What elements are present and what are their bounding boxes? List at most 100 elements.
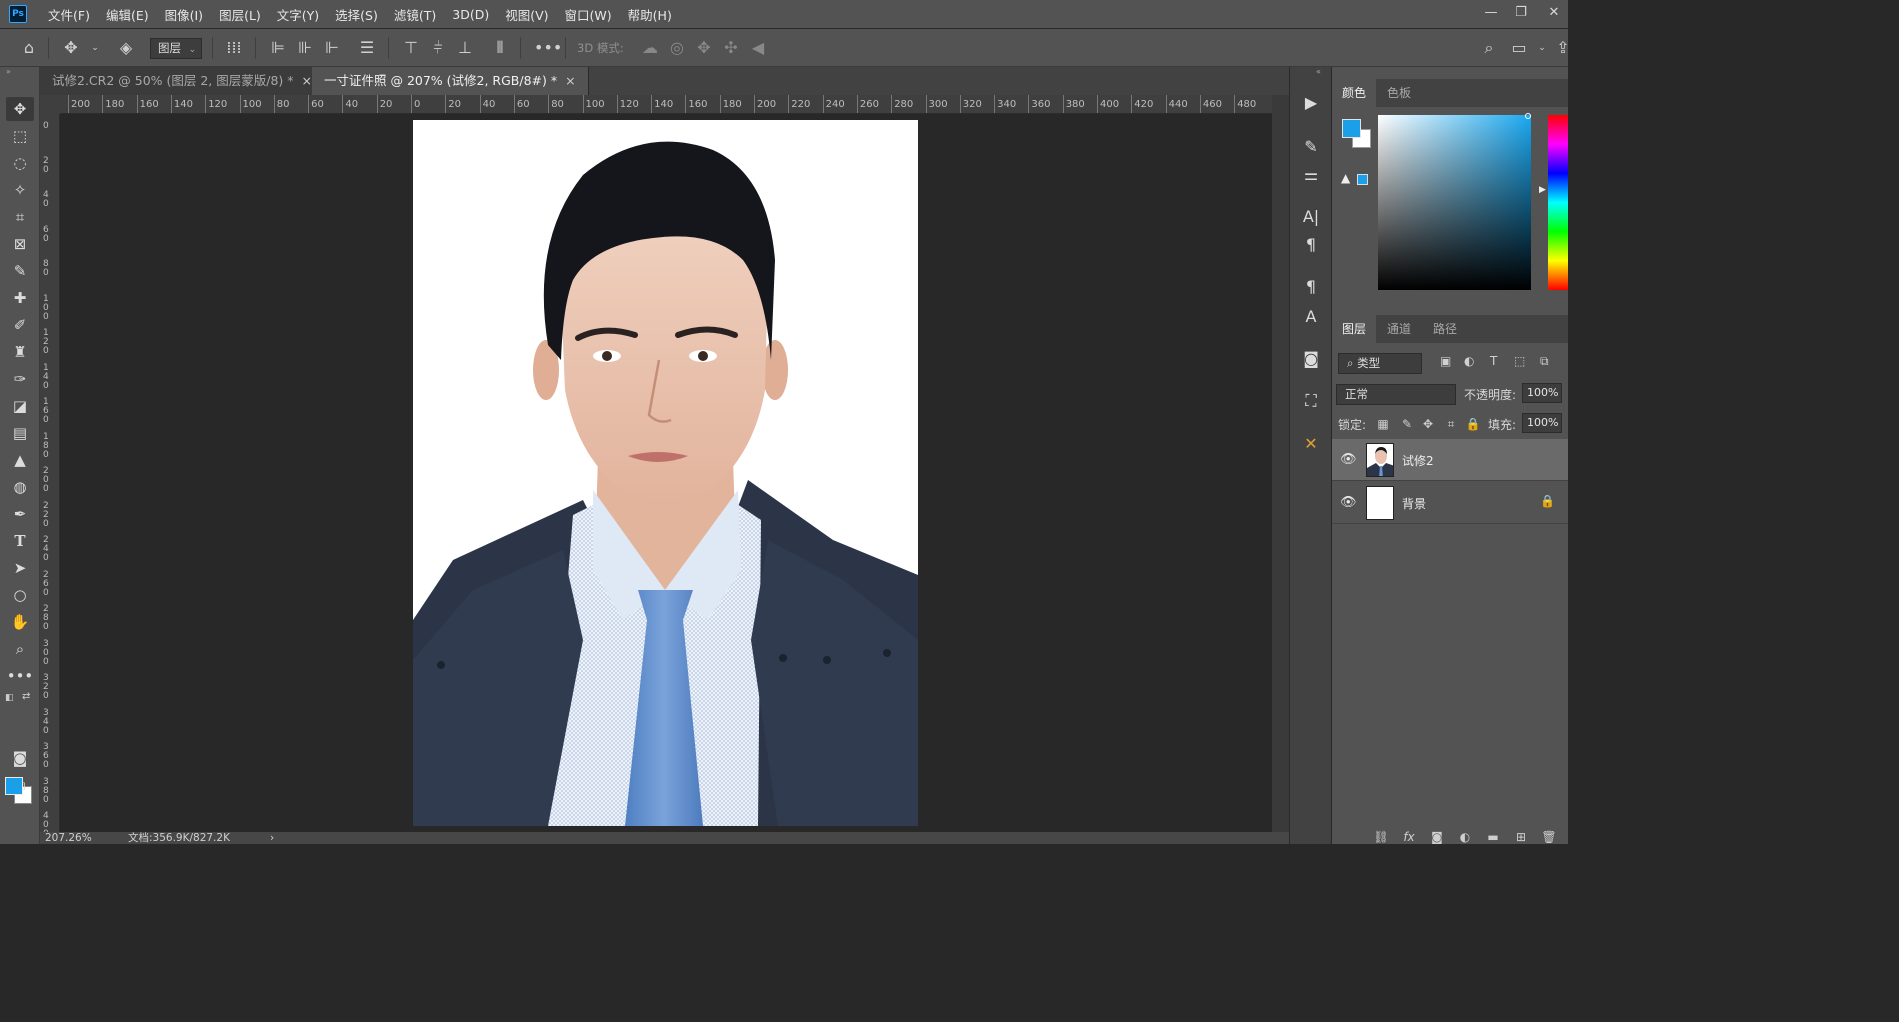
- foreground-color-swatch[interactable]: [5, 777, 23, 795]
- add-mask-icon[interactable]: ◙: [1428, 830, 1446, 844]
- close-icon[interactable]: ×: [302, 73, 312, 88]
- link-layers-icon[interactable]: ⛓: [1372, 830, 1390, 844]
- web-safe-swatch[interactable]: [1357, 174, 1368, 185]
- horizontal-ruler[interactable]: 200 180 160 140 120 100 80 60 40 20 0 20 40 60 80 100 12…: [60, 95, 1272, 114]
- lock-icon[interactable]: 🔒: [1540, 494, 1555, 508]
- lasso-tool-icon[interactable]: ◌: [6, 151, 34, 175]
- filter-adjustment-icon[interactable]: ◐: [1464, 354, 1474, 368]
- pen-tool-icon[interactable]: ✒: [6, 502, 34, 526]
- menu-file[interactable]: 文件(F): [40, 5, 98, 24]
- history-brush-icon[interactable]: ✑: [6, 367, 34, 391]
- ellipse-tool-icon[interactable]: ○: [6, 583, 34, 607]
- hue-slider-handle[interactable]: ▶: [1539, 185, 1546, 195]
- tab-document-2[interactable]: 一寸证件照 @ 207% (试修2, RGB/8#) * ×: [312, 67, 589, 95]
- tab-swatches[interactable]: 色板: [1377, 79, 1421, 107]
- menu-edit[interactable]: 编辑(E): [98, 5, 157, 24]
- vertical-scrollbar[interactable]: [1272, 95, 1289, 832]
- capture-icon[interactable]: ◙: [1299, 347, 1323, 371]
- more-tools-icon[interactable]: •••: [6, 664, 34, 688]
- dodge-tool-icon[interactable]: ◍: [6, 475, 34, 499]
- plugin-x-icon[interactable]: ✕: [1299, 432, 1323, 456]
- lock-all-icon[interactable]: 🔒: [1465, 416, 1481, 432]
- path-select-icon[interactable]: ➤: [6, 556, 34, 580]
- eye-icon[interactable]: 👁: [1340, 452, 1357, 468]
- filter-shape-icon[interactable]: ⬚: [1514, 354, 1525, 368]
- home-icon[interactable]: ⌂: [18, 37, 40, 59]
- auto-select-dropdown[interactable]: 图层 ⌄: [150, 38, 202, 59]
- delete-layer-icon[interactable]: 🗑: [1540, 830, 1558, 844]
- filter-smart-object-icon[interactable]: ⧉: [1540, 354, 1549, 369]
- eraser-tool-icon[interactable]: ◪: [6, 394, 34, 418]
- foreground-color-swatch[interactable]: [1342, 119, 1361, 138]
- adjustment-layer-icon[interactable]: ◐: [1456, 830, 1474, 844]
- search-icon[interactable]: ⌕: [1478, 37, 1500, 59]
- align-middle-v-icon[interactable]: ⫩: [427, 37, 449, 59]
- vertical-ruler[interactable]: 0 20 40 60 80 100 120 140 160 180 200 220 240 260 280 3…: [40, 114, 60, 832]
- fill-input[interactable]: 100%: [1522, 413, 1562, 433]
- paragraph-panel-icon[interactable]: ¶: [1299, 233, 1323, 257]
- share-icon[interactable]: ⇪: [1552, 37, 1574, 59]
- brush-settings-icon[interactable]: ✎: [1299, 135, 1323, 159]
- align-top-icon[interactable]: ⊤: [400, 37, 422, 59]
- eye-icon[interactable]: 👁: [1340, 495, 1357, 511]
- ruler-origin[interactable]: [40, 95, 60, 114]
- gamut-warning-icon[interactable]: ▲: [1341, 171, 1350, 185]
- align-left-icon[interactable]: ⊫: [267, 37, 289, 59]
- document-canvas[interactable]: [413, 120, 918, 826]
- new-layer-icon[interactable]: ⊞: [1512, 830, 1530, 844]
- blur-tool-icon[interactable]: ▲: [6, 448, 34, 472]
- layer-row[interactable]: 👁 试修2: [1332, 439, 1568, 481]
- magic-wand-icon[interactable]: ✧: [6, 178, 34, 202]
- gradient-tool-icon[interactable]: ▤: [6, 421, 34, 445]
- canvas-area[interactable]: [60, 114, 1272, 832]
- marquee-tool-icon[interactable]: ⬚: [6, 124, 34, 148]
- chevron-down-icon[interactable]: ⌄: [84, 37, 106, 59]
- distribute-v-icon[interactable]: ⫴: [489, 37, 511, 59]
- restore-icon[interactable]: ❐: [1511, 3, 1531, 23]
- brush-tool-icon[interactable]: ✐: [6, 313, 34, 337]
- paragraph-styles-icon[interactable]: ¶: [1299, 275, 1323, 299]
- status-menu-arrow[interactable]: ›: [270, 831, 274, 845]
- tab-color[interactable]: 颜色: [1332, 79, 1377, 107]
- filter-pixel-icon[interactable]: ▣: [1440, 354, 1451, 368]
- zoom-tool-icon[interactable]: ⌕: [6, 637, 34, 661]
- chevron-down-icon[interactable]: ⌄: [1531, 37, 1553, 59]
- filter-type-icon[interactable]: T: [1490, 354, 1497, 368]
- menu-select[interactable]: 选择(S): [327, 5, 386, 24]
- transform-controls-icon[interactable]: ⁞⁞⁞: [223, 37, 245, 59]
- healing-brush-icon[interactable]: ✚: [6, 286, 34, 310]
- move-tool-icon[interactable]: ✥: [6, 97, 34, 121]
- default-colors-icon[interactable]: ◧: [5, 693, 14, 703]
- hue-slider[interactable]: [1548, 115, 1568, 290]
- stamp-tool-icon[interactable]: ♜: [6, 340, 34, 364]
- play-action-icon[interactable]: ▶: [1299, 91, 1323, 115]
- layers-stack-icon[interactable]: ◈: [115, 37, 137, 59]
- tab-document-1[interactable]: 试修2.CR2 @ 50% (图层 2, 图层蒙版/8) * ×: [40, 67, 325, 95]
- align-right-icon[interactable]: ⊩: [321, 37, 343, 59]
- 3d-orbit-icon[interactable]: ☁: [639, 37, 661, 59]
- 3d-camera-icon[interactable]: ◀: [747, 37, 769, 59]
- workspace-icon[interactable]: ▭: [1508, 37, 1530, 59]
- quick-mask-icon[interactable]: ◙: [6, 746, 34, 770]
- menu-layer[interactable]: 图层(L): [211, 5, 269, 24]
- collapse-icon[interactable]: »: [6, 67, 11, 76]
- 3d-pan-icon[interactable]: ✥: [693, 37, 715, 59]
- lock-image-icon[interactable]: ✎: [1399, 416, 1415, 432]
- move-tool-icon[interactable]: ✥: [60, 37, 82, 59]
- menu-window[interactable]: 窗口(W): [557, 5, 620, 24]
- align-bottom-icon[interactable]: ⊥: [454, 37, 476, 59]
- lock-artboard-icon[interactable]: ⌗: [1443, 416, 1459, 432]
- menu-type[interactable]: 文字(Y): [269, 5, 327, 24]
- more-icon[interactable]: •••: [534, 37, 562, 59]
- menu-view[interactable]: 视图(V): [497, 5, 556, 24]
- type-tool-icon[interactable]: T: [6, 529, 34, 553]
- eyedropper-icon[interactable]: ✎: [6, 259, 34, 283]
- close-icon[interactable]: ×: [565, 73, 575, 88]
- character-styles-icon[interactable]: A: [1299, 305, 1323, 329]
- collapse-icon[interactable]: «: [1316, 67, 1321, 76]
- align-center-h-icon[interactable]: ⊪: [294, 37, 316, 59]
- layer-style-icon[interactable]: fx: [1400, 830, 1418, 844]
- menu-image[interactable]: 图像(I): [157, 5, 211, 24]
- layer-row[interactable]: 👁 背景 🔒: [1332, 482, 1568, 524]
- lock-transparent-icon[interactable]: ▦: [1375, 416, 1391, 432]
